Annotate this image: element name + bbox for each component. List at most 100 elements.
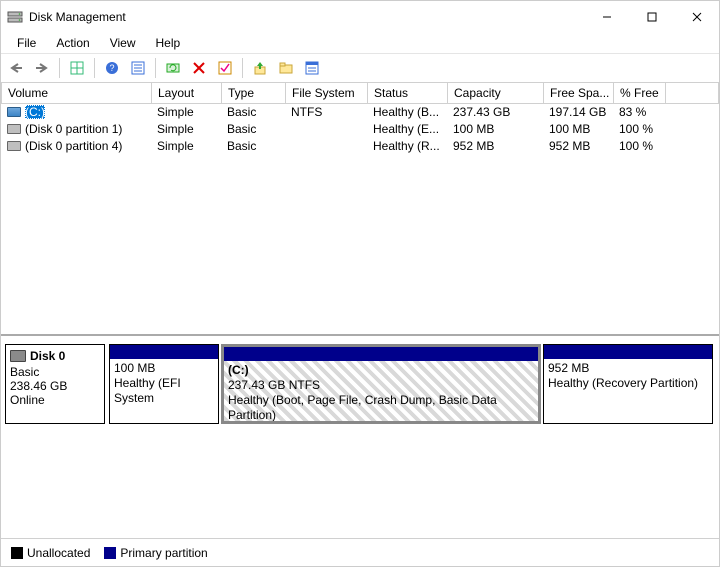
disk-name: Disk 0	[30, 349, 65, 363]
cell-layout: Simple	[151, 121, 221, 138]
cell-pct: 100 %	[613, 138, 665, 155]
cell-pct: 100 %	[613, 121, 665, 138]
partition-size: 100 MB	[114, 361, 214, 376]
partition-status: Healthy (Boot, Page File, Crash Dump, Ba…	[228, 393, 534, 421]
titlebar: Disk Management	[1, 1, 719, 33]
partition-container: 100 MBHealthy (EFI System(C:)237.43 GB N…	[109, 344, 715, 424]
partition-title: (C:)	[228, 363, 534, 378]
swatch-unallocated-icon	[11, 547, 23, 559]
table-row[interactable]: (C:) SimpleBasicNTFSHealthy (B...237.43 G…	[1, 104, 719, 121]
minimize-button[interactable]	[584, 2, 629, 32]
cell-type: Basic	[221, 121, 285, 138]
legend-unallocated: Unallocated	[11, 546, 90, 560]
cell-pct: 83 %	[613, 104, 665, 121]
cell-capacity: 237.43 GB	[447, 104, 543, 121]
menu-help[interactable]: Help	[146, 34, 191, 52]
maximize-button[interactable]	[629, 2, 674, 32]
disk-status: Online	[10, 393, 100, 407]
cell-capacity: 952 MB	[447, 138, 543, 155]
table-row[interactable]: (Disk 0 partition 4)SimpleBasicHealthy (…	[1, 138, 719, 155]
table-header-row: Volume Layout Type File System Status Ca…	[2, 83, 719, 103]
back-button[interactable]	[5, 57, 27, 79]
list-icon[interactable]	[127, 57, 149, 79]
cell-layout: Simple	[151, 138, 221, 155]
cell-free: 197.14 GB	[543, 104, 613, 121]
cell-capacity: 100 MB	[447, 121, 543, 138]
partition-stripe	[110, 345, 218, 359]
col-empty[interactable]	[666, 83, 719, 103]
view-grid-icon[interactable]	[66, 57, 88, 79]
table-row[interactable]: (Disk 0 partition 1) SimpleBasic Healthy (…	[1, 121, 719, 138]
partition-size: 952 MB	[548, 361, 708, 376]
partition-icon	[7, 124, 21, 134]
menu-view[interactable]: View	[100, 34, 146, 52]
properties-icon[interactable]	[301, 57, 323, 79]
partition-body: (C:)237.43 GB NTFSHealthy (Boot, Page Fi…	[224, 361, 538, 421]
volume-label: (C:)	[25, 105, 45, 119]
folder-icon[interactable]	[275, 57, 297, 79]
drive-icon	[7, 107, 21, 117]
col-capacity[interactable]: Capacity	[448, 83, 544, 103]
cell-status: Healthy (E...	[367, 121, 447, 138]
cell-type: Basic	[221, 138, 285, 155]
empty-space	[1, 428, 719, 539]
volume-list[interactable]: Volume Layout Type File System Status Ca…	[1, 83, 719, 336]
partition-block[interactable]: 100 MBHealthy (EFI System	[109, 344, 219, 424]
partition-body: 952 MBHealthy (Recovery Partition)	[544, 359, 712, 423]
col-type[interactable]: Type	[222, 83, 286, 103]
partition-block[interactable]: 952 MBHealthy (Recovery Partition)	[543, 344, 713, 424]
window-title: Disk Management	[29, 10, 126, 24]
toolbar-separator	[94, 58, 95, 78]
forward-button[interactable]	[31, 57, 53, 79]
menubar: File Action View Help	[1, 33, 719, 53]
partition-status: Healthy (EFI System	[114, 376, 214, 406]
partition-status: Healthy (Recovery Partition)	[548, 376, 708, 391]
disk-graphical-pane: Disk 0 Basic 238.46 GB Online 100 MBHeal…	[1, 336, 719, 428]
col-filesystem[interactable]: File System	[286, 83, 368, 103]
check-icon[interactable]	[214, 57, 236, 79]
delete-icon[interactable]	[188, 57, 210, 79]
disk-icon	[10, 350, 26, 362]
disk-type: Basic	[10, 365, 100, 379]
col-volume[interactable]: Volume	[2, 83, 152, 103]
cell-fs: NTFS	[285, 104, 367, 121]
partition-size: 237.43 GB NTFS	[228, 378, 534, 393]
disk-size: 238.46 GB	[10, 379, 100, 393]
close-button[interactable]	[674, 2, 719, 32]
toolbar-separator	[59, 58, 60, 78]
svg-text:?: ?	[109, 63, 114, 73]
col-free-space[interactable]: Free Spa...	[544, 83, 614, 103]
partition-stripe	[224, 347, 538, 361]
cell-status: Healthy (B...	[367, 104, 447, 121]
disk-header[interactable]: Disk 0 Basic 238.46 GB Online	[5, 344, 105, 424]
legend: Unallocated Primary partition	[1, 538, 719, 566]
col-layout[interactable]: Layout	[152, 83, 222, 103]
partition-block[interactable]: (C:)237.43 GB NTFSHealthy (Boot, Page Fi…	[221, 344, 541, 424]
toolbar: ?	[1, 53, 719, 83]
up-arrow-icon[interactable]	[249, 57, 271, 79]
toolbar-separator	[242, 58, 243, 78]
help-icon[interactable]: ?	[101, 57, 123, 79]
volume-label: (Disk 0 partition 1)	[25, 122, 122, 136]
menu-file[interactable]: File	[7, 34, 46, 52]
disk-row: Disk 0 Basic 238.46 GB Online 100 MBHeal…	[5, 344, 715, 424]
col-percent-free[interactable]: % Free	[614, 83, 666, 103]
window: Disk Management File Action View Help ?	[0, 0, 720, 567]
partition-stripe	[544, 345, 712, 359]
partition-body: 100 MBHealthy (EFI System	[110, 359, 218, 423]
menu-action[interactable]: Action	[46, 34, 99, 52]
cell-free: 952 MB	[543, 138, 613, 155]
swatch-primary-icon	[104, 547, 116, 559]
app-icon	[7, 9, 23, 25]
legend-primary: Primary partition	[104, 546, 207, 560]
refresh-icon[interactable]	[162, 57, 184, 79]
cell-layout: Simple	[151, 104, 221, 121]
partition-icon	[7, 141, 21, 151]
cell-type: Basic	[221, 104, 285, 121]
volume-label: (Disk 0 partition 4)	[25, 139, 122, 153]
col-status[interactable]: Status	[368, 83, 448, 103]
cell-fs	[285, 121, 367, 138]
cell-fs	[285, 138, 367, 155]
cell-free: 100 MB	[543, 121, 613, 138]
toolbar-separator	[155, 58, 156, 78]
